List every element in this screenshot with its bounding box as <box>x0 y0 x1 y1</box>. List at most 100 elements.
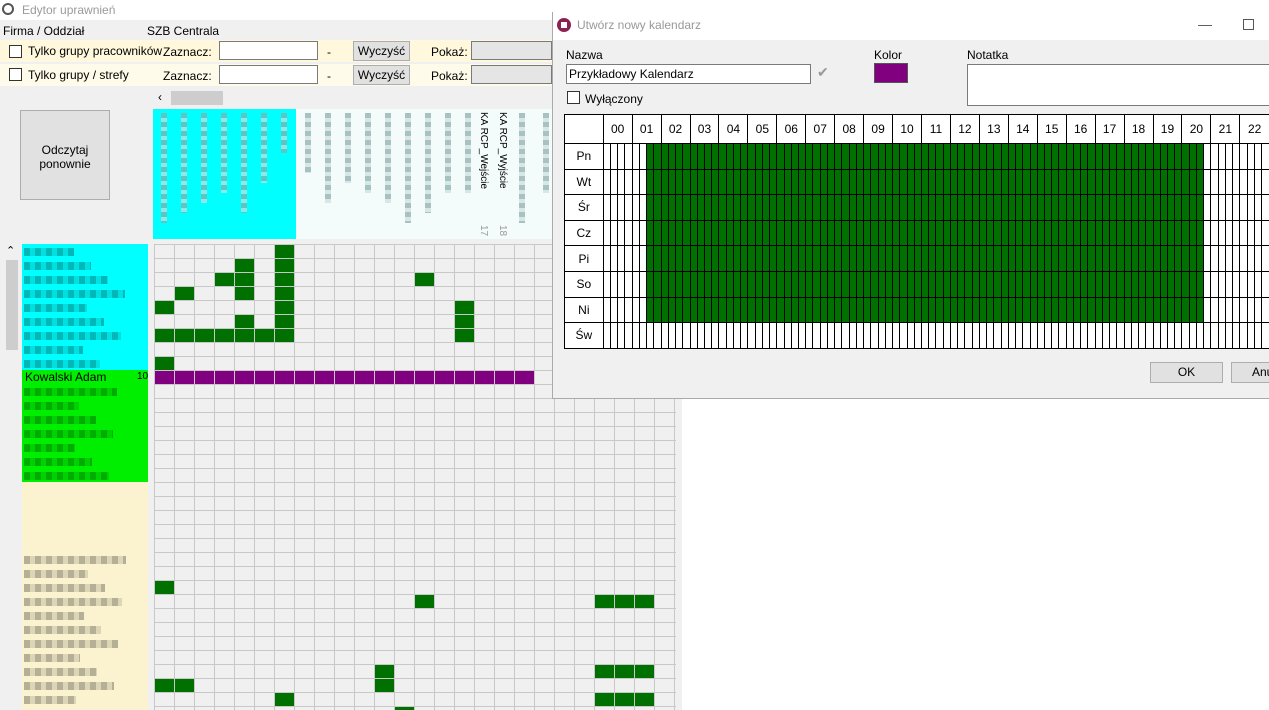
quarter-hour-cell[interactable] <box>675 245 684 272</box>
quarter-hour-cell[interactable] <box>761 296 771 324</box>
quarter-hour-cell[interactable] <box>653 296 662 324</box>
quarter-hour-cell[interactable] <box>602 296 611 324</box>
quarter-hour-cell[interactable] <box>638 194 648 221</box>
quarter-hour-cell[interactable] <box>819 245 828 272</box>
quarter-hour-cell[interactable] <box>834 194 843 221</box>
quarter-hour-cell[interactable] <box>1253 245 1263 272</box>
quarter-hour-cell[interactable] <box>689 168 698 196</box>
quarter-hour-cell[interactable] <box>1246 322 1255 349</box>
quarter-hour-cell[interactable] <box>1159 322 1168 349</box>
quarter-hour-cell[interactable] <box>1232 219 1241 247</box>
quarter-hour-cell[interactable] <box>1015 168 1024 196</box>
disabled-checkbox[interactable] <box>567 91 580 104</box>
quarter-hour-cell[interactable] <box>805 245 814 272</box>
quarter-hour-cell[interactable] <box>1138 296 1147 324</box>
quarter-hour-cell[interactable] <box>1210 168 1219 196</box>
quarter-hour-cell[interactable] <box>805 322 814 349</box>
quarter-hour-cell[interactable] <box>667 168 677 196</box>
quarter-hour-cell[interactable] <box>841 143 850 170</box>
quarter-hour-cell[interactable] <box>747 245 756 272</box>
quarter-hour-cell[interactable] <box>725 194 734 221</box>
quarter-hour-cell[interactable] <box>993 219 1002 247</box>
quarter-hour-cell[interactable] <box>732 296 742 324</box>
quarter-hour-cell[interactable] <box>1217 168 1226 196</box>
quarter-hour-cell[interactable] <box>1007 168 1017 196</box>
quarter-hour-cell[interactable] <box>1166 143 1176 170</box>
quarter-hour-cell[interactable] <box>1253 322 1263 349</box>
quarter-hour-cell[interactable] <box>740 270 749 298</box>
quarter-hour-cell[interactable] <box>913 194 923 221</box>
show-select[interactable] <box>471 41 552 60</box>
quarter-hour-cell[interactable] <box>1210 194 1219 221</box>
quarter-hour-cell[interactable] <box>1065 322 1074 349</box>
quarter-hour-cell[interactable] <box>819 322 828 349</box>
quarter-hour-cell[interactable] <box>696 270 705 298</box>
quarter-hour-cell[interactable] <box>1224 245 1234 272</box>
week-hour-calendar-grid[interactable]: 00 01 02 03 04 05 06 07 08 09 10 11 12 13 14 15 16 17 18 19… <box>564 114 1269 349</box>
quarter-hour-cell[interactable] <box>740 296 749 324</box>
quarter-hour-cell[interactable] <box>711 194 720 221</box>
quarter-hour-cell[interactable] <box>1210 322 1219 349</box>
quarter-hour-cell[interactable] <box>703 245 713 272</box>
quarter-hour-cell[interactable] <box>920 296 930 324</box>
quarter-hour-cell[interactable] <box>812 245 821 272</box>
quarter-hour-cell[interactable] <box>877 322 886 349</box>
quarter-hour-cell[interactable] <box>986 143 995 170</box>
quarter-hour-cell[interactable] <box>653 322 662 349</box>
quarter-hour-cell[interactable] <box>906 168 915 196</box>
quarter-hour-cell[interactable] <box>993 245 1002 272</box>
quarter-hour-cell[interactable] <box>1195 143 1205 170</box>
quarter-hour-cell[interactable] <box>826 168 836 196</box>
quarter-hour-cell[interactable] <box>993 322 1002 349</box>
quarter-hour-cell[interactable] <box>776 168 785 196</box>
quarter-hour-cell[interactable] <box>797 296 807 324</box>
quarter-hour-cell[interactable] <box>624 168 633 196</box>
quarter-hour-cell[interactable] <box>1203 168 1212 196</box>
quarter-hour-cell[interactable] <box>1152 296 1161 324</box>
vertical-scrollbar-thumb[interactable] <box>6 260 18 350</box>
quarter-hour-cell[interactable] <box>1253 270 1263 298</box>
quarter-hour-cell[interactable] <box>1022 296 1031 324</box>
quarter-hour-cell[interactable] <box>696 322 705 349</box>
quarter-hour-cell[interactable] <box>624 296 633 324</box>
quarter-hour-cell[interactable] <box>928 143 937 170</box>
quarter-hour-cell[interactable] <box>1007 296 1017 324</box>
quarter-hour-cell[interactable] <box>1116 168 1125 196</box>
quarter-hour-cell[interactable] <box>754 296 763 324</box>
quarter-hour-cell[interactable] <box>855 194 865 221</box>
quarter-hour-cell[interactable] <box>1015 296 1024 324</box>
quarter-hour-cell[interactable] <box>1224 168 1234 196</box>
quarter-hour-cell[interactable] <box>638 219 648 247</box>
quarter-hour-cell[interactable] <box>1043 194 1053 221</box>
quarter-hour-cell[interactable] <box>790 143 800 170</box>
quarter-hour-cell[interactable] <box>1203 296 1212 324</box>
quarter-hour-cell[interactable] <box>826 219 836 247</box>
quarter-hour-cell[interactable] <box>1166 296 1176 324</box>
quarter-hour-cell[interactable] <box>819 143 828 170</box>
quarter-hour-cell[interactable] <box>1261 168 1269 196</box>
quarter-hour-cell[interactable] <box>783 270 792 298</box>
quarter-hour-cell[interactable] <box>1152 245 1161 272</box>
quarter-hour-cell[interactable] <box>718 168 727 196</box>
quarter-hour-cell[interactable] <box>682 245 691 272</box>
quarter-hour-cell[interactable] <box>1195 219 1205 247</box>
quarter-hour-cell[interactable] <box>761 270 771 298</box>
quarter-hour-cell[interactable] <box>834 245 843 272</box>
maximize-icon[interactable] <box>1243 19 1254 30</box>
quarter-hour-cell[interactable] <box>812 219 821 247</box>
quarter-hour-cell[interactable] <box>978 270 988 298</box>
quarter-hour-cell[interactable] <box>667 296 677 324</box>
quarter-hour-cell[interactable] <box>1087 219 1096 247</box>
quarter-hour-cell[interactable] <box>1145 322 1154 349</box>
quarter-hour-cell[interactable] <box>819 168 828 196</box>
quarter-hour-cell[interactable] <box>877 245 886 272</box>
quarter-hour-cell[interactable] <box>848 270 857 298</box>
quarter-hour-cell[interactable] <box>964 245 973 272</box>
quarter-hour-cell[interactable] <box>602 143 611 170</box>
quarter-hour-cell[interactable] <box>776 296 785 324</box>
quarter-hour-cell[interactable] <box>638 245 648 272</box>
quarter-hour-cell[interactable] <box>913 270 923 298</box>
quarter-hour-cell[interactable] <box>660 194 669 221</box>
quarter-hour-cell[interactable] <box>1116 270 1125 298</box>
quarter-hour-cell[interactable] <box>928 296 937 324</box>
